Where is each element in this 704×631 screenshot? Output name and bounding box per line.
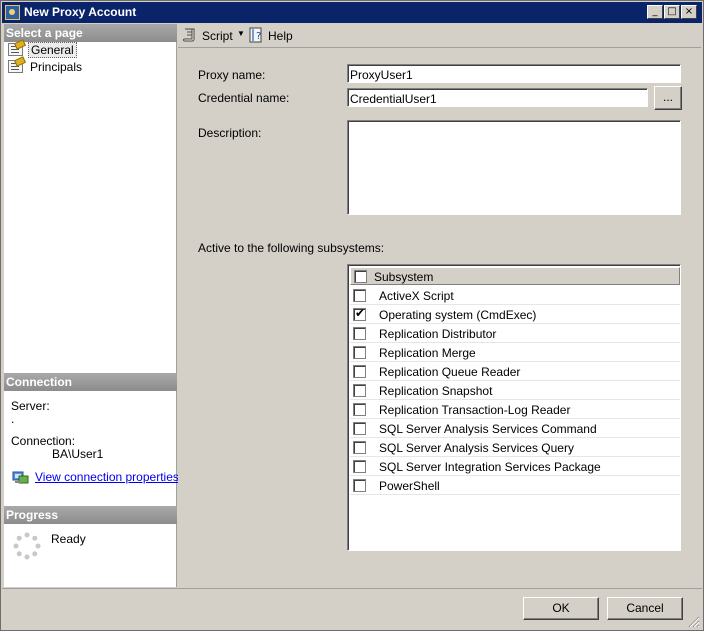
progress-header: Progress (4, 506, 177, 524)
subsystem-column-header[interactable]: Subsystem (350, 267, 680, 285)
minimize-button[interactable]: _ (647, 5, 663, 19)
subsystem-row[interactable]: Replication Merge (350, 343, 680, 362)
checkmark-icon: ✔ (355, 306, 366, 320)
subsystem-checkbox[interactable] (353, 460, 366, 473)
page-icon (8, 43, 23, 56)
subsystem-label: Replication Merge (379, 346, 476, 360)
subsystem-header-label: Subsystem (374, 270, 434, 284)
connection-header: Connection (4, 373, 177, 391)
progress-spinner-icon (13, 532, 41, 560)
close-button[interactable]: × (681, 5, 697, 19)
subsystem-checkbox[interactable]: ✔ (353, 306, 366, 321)
subsystem-row[interactable]: Replication Snapshot (350, 381, 680, 400)
subsystem-row[interactable]: ActiveX Script (350, 286, 680, 305)
script-icon (183, 28, 195, 42)
page-item-principals[interactable]: Principals (6, 59, 174, 75)
subsystem-label: Replication Transaction-Log Reader (379, 403, 571, 417)
subsystem-row[interactable]: Replication Queue Reader (350, 362, 680, 381)
proxy-name-label: Proxy name: (198, 68, 266, 82)
subsystem-checkbox[interactable] (353, 346, 366, 359)
subsystem-label: Replication Distributor (379, 327, 497, 341)
dialog-footer: OK Cancel (2, 588, 702, 630)
ok-button[interactable]: OK (523, 597, 599, 620)
view-connection-properties-link[interactable]: View connection properties (35, 470, 179, 484)
subsystem-label: SQL Server Analysis Services Query (379, 441, 574, 455)
subsystem-row[interactable]: PowerShell (350, 476, 680, 495)
subsystems-grid[interactable]: Subsystem ActiveX Script ✔ Operating syste… (347, 264, 681, 551)
server-value: . (11, 412, 15, 426)
subsystem-row[interactable]: SQL Server Analysis Services Query (350, 438, 680, 457)
select-all-checkbox[interactable] (354, 270, 367, 283)
connection-properties-icon (12, 471, 29, 484)
subsystems-label: Active to the following subsystems: (198, 241, 385, 255)
subsystem-row[interactable]: Replication Distributor (350, 324, 680, 343)
subsystem-row[interactable]: SQL Server Analysis Services Command (350, 419, 680, 438)
cancel-button[interactable]: Cancel (607, 597, 683, 620)
subsystem-label: Replication Queue Reader (379, 365, 521, 379)
maximize-button[interactable]: □ (664, 5, 680, 19)
browse-credential-button[interactable]: ... (654, 86, 682, 110)
dropdown-arrow-icon[interactable]: ▼ (237, 29, 245, 38)
progress-status: Ready (51, 532, 86, 546)
subsystem-checkbox[interactable] (353, 289, 366, 302)
new-proxy-account-dialog: New Proxy Account _ □ × Select a page Ge… (0, 0, 704, 631)
subsystem-label: Replication Snapshot (379, 384, 493, 398)
svg-text:?: ? (256, 31, 261, 42)
title-bar[interactable]: New Proxy Account _ □ × (2, 2, 702, 23)
script-button[interactable]: Script ▼ (182, 27, 246, 45)
page-item-label: General (28, 42, 77, 58)
page-icon (8, 60, 23, 73)
credential-name-input[interactable]: CredentialUser1 (347, 88, 648, 107)
toolbar: Script ▼ ? Help (178, 24, 701, 48)
subsystem-checkbox[interactable] (353, 327, 366, 340)
page-item-label: Principals (30, 60, 83, 74)
help-label: Help (268, 29, 293, 43)
connection-value: BA\User1 (52, 447, 104, 461)
description-textarea[interactable] (347, 120, 681, 215)
proxy-name-input[interactable]: ProxyUser1 (347, 64, 681, 83)
help-button[interactable]: ? Help (248, 27, 298, 45)
description-label: Description: (198, 126, 262, 140)
connection-label: Connection: (11, 434, 76, 448)
script-label: Script (202, 29, 233, 43)
subsystem-label: SQL Server Integration Services Package (379, 460, 601, 474)
server-label: Server: (11, 399, 50, 413)
subsystem-checkbox[interactable] (353, 441, 366, 454)
subsystem-checkbox[interactable] (353, 365, 366, 378)
left-panel: Select a page General Principals Connect… (4, 24, 179, 587)
subsystem-row[interactable]: SQL Server Integration Services Package (350, 457, 680, 476)
help-icon: ? (249, 27, 262, 43)
subsystem-checkbox[interactable] (353, 479, 366, 492)
subsystem-label: SQL Server Analysis Services Command (379, 422, 597, 436)
subsystem-label: PowerShell (379, 479, 440, 493)
subsystem-row[interactable]: ✔ Operating system (CmdExec) (350, 305, 680, 324)
subsystem-label: ActiveX Script (379, 289, 454, 303)
app-icon (5, 5, 20, 20)
subsystem-row[interactable]: Replication Transaction-Log Reader (350, 400, 680, 419)
subsystem-checkbox[interactable] (353, 403, 366, 416)
resize-grip-icon[interactable] (688, 616, 700, 628)
select-page-header: Select a page (4, 24, 177, 42)
subsystem-checkbox[interactable] (353, 422, 366, 435)
window-title: New Proxy Account (24, 5, 137, 19)
page-item-general[interactable]: General (6, 42, 174, 58)
subsystem-label: Operating system (CmdExec) (379, 308, 537, 322)
subsystem-checkbox[interactable] (353, 384, 366, 397)
credential-name-label: Credential name: (198, 91, 290, 105)
